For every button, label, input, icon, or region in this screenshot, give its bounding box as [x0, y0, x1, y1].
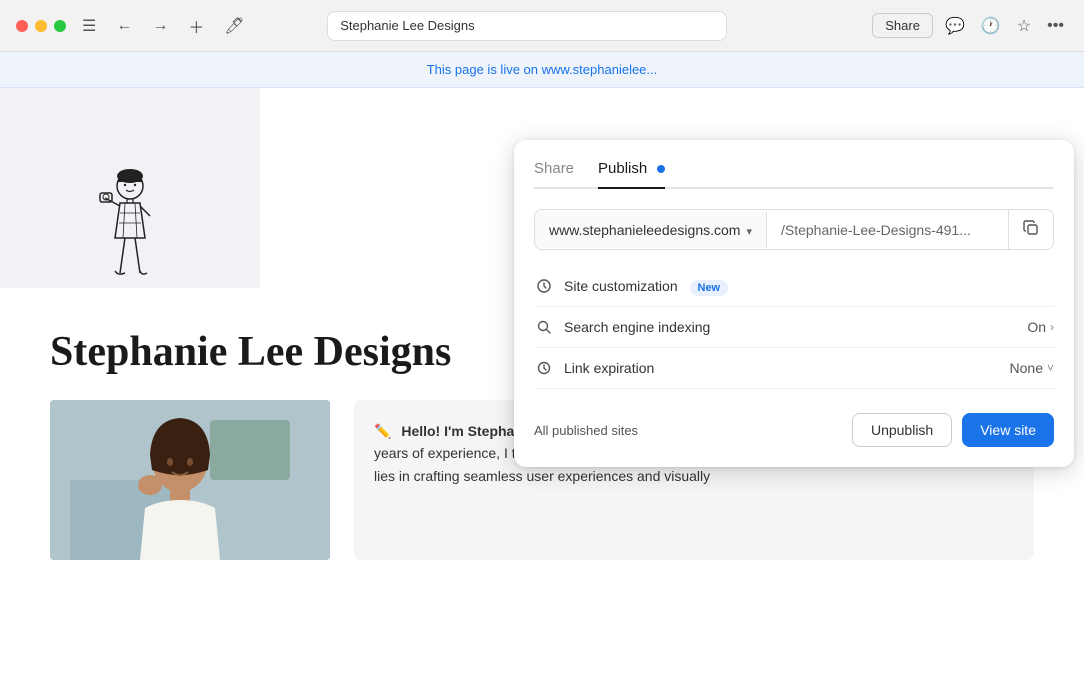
traffic-lights [16, 20, 66, 32]
tab-share[interactable]: Share [534, 160, 574, 189]
photo-svg [50, 400, 330, 560]
new-badge: New [690, 280, 729, 296]
chrome-right-controls: Share 💬 🕐 ☆ ••• [872, 12, 1068, 40]
view-site-button[interactable]: View site [962, 413, 1054, 447]
page-content: Stephanie Lee Designs [0, 88, 1084, 672]
popup-footer: All published sites Unpublish View site [534, 405, 1054, 447]
search-indexing-label: Search engine indexing [564, 319, 1027, 335]
tab-publish[interactable]: Publish [598, 160, 665, 189]
link-expiration-chevron: ˅ [1047, 361, 1054, 375]
link-expiration-value[interactable]: None ˅ [1010, 360, 1054, 376]
popup-tabs: Share Publish [534, 160, 1054, 189]
url-domain-text: www.stephanieleedesigns.com [549, 222, 740, 238]
expiration-icon [534, 361, 554, 375]
search-indexing-chevron: › [1050, 320, 1054, 334]
live-banner-text: This page is live on www.stephanielee... [427, 62, 658, 77]
maximize-button[interactable] [54, 20, 66, 32]
minimize-button[interactable] [35, 20, 47, 32]
more-options-icon[interactable]: ••• [1043, 13, 1068, 39]
chat-icon[interactable]: 💬 [941, 12, 969, 40]
search-indexing-value[interactable]: On › [1027, 319, 1054, 335]
site-customization-label: Site customization New [564, 278, 1054, 294]
address-bar[interactable]: Stephanie Lee Designs [327, 11, 727, 41]
search-icon [534, 320, 554, 334]
tab-publish-label: Publish [598, 160, 647, 177]
url-bar: www.stephanieleedesigns.com /Stephanie-L… [534, 209, 1054, 250]
live-banner: This page is live on www.stephanielee... [0, 52, 1084, 88]
close-button[interactable] [16, 20, 28, 32]
all-published-sites-link[interactable]: All published sites [534, 423, 638, 438]
footer-buttons: Unpublish View site [852, 413, 1054, 447]
site-customization-row[interactable]: Site customization New [534, 266, 1054, 307]
search-indexing-row[interactable]: Search engine indexing On › [534, 307, 1054, 348]
link-expiration-value-text: None [1010, 360, 1043, 376]
share-button[interactable]: Share [872, 13, 933, 38]
illustration-area [0, 88, 260, 288]
pencil-icon: ✏️ [374, 420, 391, 442]
hamburger-icon[interactable]: ☰ [78, 12, 100, 40]
character-illustration [90, 168, 170, 288]
extensions-icon[interactable]: 🖊 [220, 12, 248, 40]
search-indexing-value-text: On [1027, 319, 1046, 335]
url-domain[interactable]: www.stephanieleedesigns.com [535, 212, 767, 248]
profile-photo [50, 400, 330, 560]
url-path: /Stephanie-Lee-Designs-491... [767, 212, 1008, 248]
url-copy-button[interactable] [1008, 210, 1053, 249]
copy-icon [1023, 220, 1039, 236]
customization-icon [534, 279, 554, 293]
unpublish-button[interactable]: Unpublish [852, 413, 952, 447]
url-domain-chevron [746, 222, 752, 238]
history-icon[interactable]: 🕐 [977, 12, 1005, 40]
browser-chrome: ☰ ← → ＋ 🖊 Stephanie Lee Designs Share 💬 … [0, 0, 1084, 52]
customization-text: Site customization [564, 278, 678, 294]
new-tab-button[interactable]: ＋ [184, 10, 208, 42]
tab-active-dot [657, 165, 665, 173]
address-text: Stephanie Lee Designs [340, 18, 474, 33]
bookmark-icon[interactable]: ☆ [1013, 12, 1035, 40]
link-expiration-row[interactable]: Link expiration None ˅ [534, 348, 1054, 389]
back-button[interactable]: ← [112, 13, 136, 39]
publish-popup: Share Publish www.stephanieleedesigns.co… [514, 140, 1074, 467]
link-expiration-label: Link expiration [564, 360, 1010, 376]
forward-button[interactable]: → [148, 13, 172, 39]
popup-overlay: Share Publish www.stephanieleedesigns.co… [514, 140, 1074, 467]
